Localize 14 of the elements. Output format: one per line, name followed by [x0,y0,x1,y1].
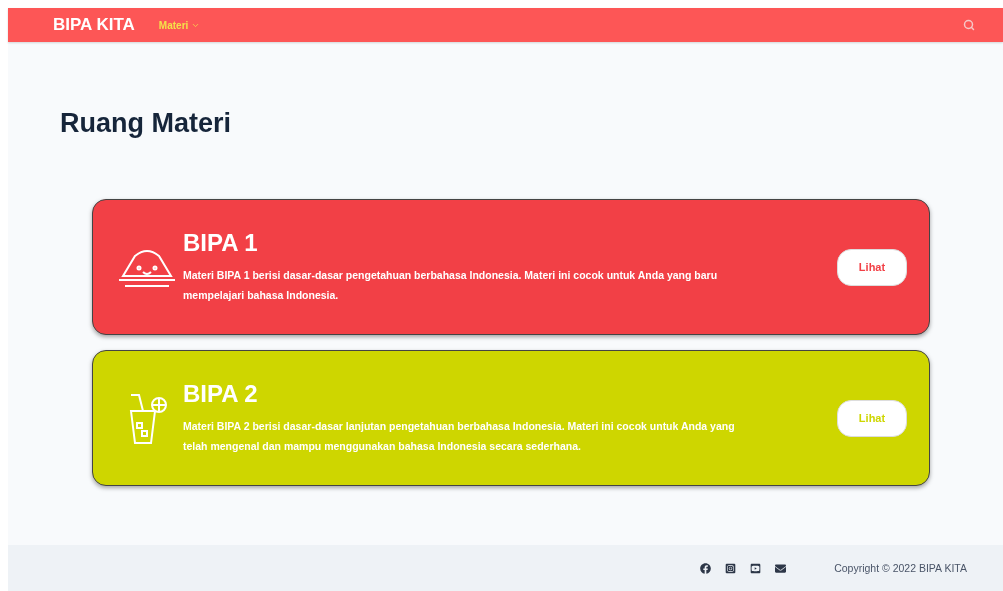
copyright-text: Copyright © 2022 BIPA KITA [834,562,967,574]
instagram-icon[interactable] [725,562,737,574]
card-description: Materi BIPA 1 berisi dasar-dasar pengetahuan berbahasa Indonesia. Materi ini cocok untuk Anda yang baru mempelajari bahasa Indonesia. [183,268,719,303]
page-title: Ruang Materi [60,108,233,139]
site-logo[interactable]: BIPA KITA [53,15,135,35]
view-button[interactable]: Lihat [837,248,907,286]
view-button[interactable]: Lihat [837,399,907,437]
card-description: Materi BIPA 2 berisi dasar-dasar lanjutan pengetahuan berbahasa Indonesia. Materi ini cocok untuk Anda yang telah mengenal dan mampu menggunakan bahasa Indonesia secara sederhana. [183,419,736,454]
mail-icon[interactable] [775,562,787,574]
facebook-icon[interactable] [700,562,712,574]
card-title: BIPA 1 [183,229,259,257]
card-title: BIPA 2 [183,380,259,408]
nav-menu-link[interactable]: Materi [158,19,201,31]
youtube-icon[interactable] [750,562,762,574]
